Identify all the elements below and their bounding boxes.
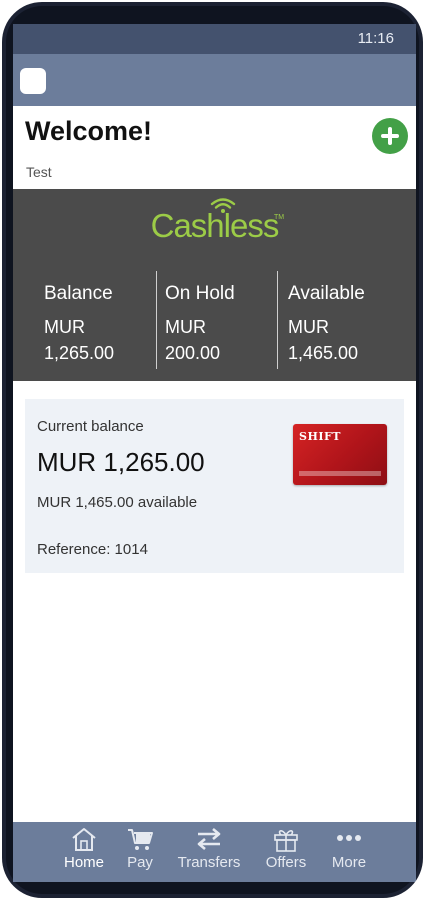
summary-available: Available MUR 1,465.00 — [277, 271, 416, 369]
on-hold-currency: MUR — [165, 317, 206, 337]
app-bar — [13, 54, 416, 106]
card-strip — [299, 471, 381, 476]
tab-more[interactable]: More — [325, 822, 373, 882]
bottom-nav: Home Pay Transfers Offers More — [13, 822, 416, 882]
tab-pay-label: Pay — [127, 854, 153, 871]
app-screen: 11:16 Welcome! Test Cashless TM Balance … — [13, 24, 416, 882]
transfer-icon — [197, 828, 221, 850]
reference-text: Reference: 1014 — [37, 541, 148, 558]
cart-icon — [128, 829, 153, 850]
home-icon — [72, 828, 96, 851]
balance-currency: MUR — [44, 317, 85, 337]
available-balance-text: MUR 1,465.00 available — [37, 494, 198, 511]
summary-on-hold: On Hold MUR 200.00 — [156, 271, 277, 369]
phone-frame: 11:16 Welcome! Test Cashless TM Balance … — [2, 2, 423, 898]
tab-transfers[interactable]: Transfers — [171, 822, 247, 882]
available-amount: 1,465.00 — [288, 343, 359, 363]
balance-label: Balance — [44, 283, 113, 304]
current-balance-amount: MUR 1,265.00 — [37, 447, 205, 477]
account-card[interactable]: Current balance MUR 1,265.00 MUR 1,465.0… — [25, 399, 404, 573]
balance-amount: 1,265.00 — [44, 343, 115, 363]
menu-icon[interactable] — [20, 68, 46, 94]
summary-balance: Balance MUR 1,265.00 — [13, 271, 156, 369]
more-icon — [337, 835, 361, 841]
page-title: Welcome! — [25, 116, 153, 146]
tab-more-label: More — [331, 854, 367, 871]
available-currency: MUR — [288, 317, 329, 337]
tab-pay[interactable]: Pay — [119, 822, 161, 882]
tab-home-label: Home — [63, 854, 104, 871]
tab-transfers-label: Transfers — [177, 854, 241, 871]
card-brand: SHIFT — [299, 430, 341, 443]
page-subtitle: Test — [26, 164, 52, 180]
logo-trademark: TM — [274, 214, 285, 221]
current-balance-label: Current balance — [37, 418, 144, 435]
gift-icon — [274, 830, 298, 852]
tab-offers[interactable]: Offers — [259, 822, 313, 882]
status-time: 11:16 — [357, 30, 394, 47]
add-button[interactable] — [372, 118, 408, 154]
on-hold-amount: 200.00 — [165, 343, 221, 363]
cashless-logo: Cashless TM — [13, 189, 416, 249]
card-image: SHIFT — [293, 424, 387, 485]
logo-text: Cashless — [150, 207, 280, 244]
tab-home[interactable]: Home — [57, 822, 111, 882]
available-label: Available — [288, 283, 365, 304]
account-summary: Cashless TM Balance MUR 1,265.00 On Hold… — [13, 189, 416, 381]
tab-offers-label: Offers — [265, 854, 307, 871]
status-bar: 11:16 — [13, 24, 416, 54]
on-hold-label: On Hold — [165, 283, 235, 304]
